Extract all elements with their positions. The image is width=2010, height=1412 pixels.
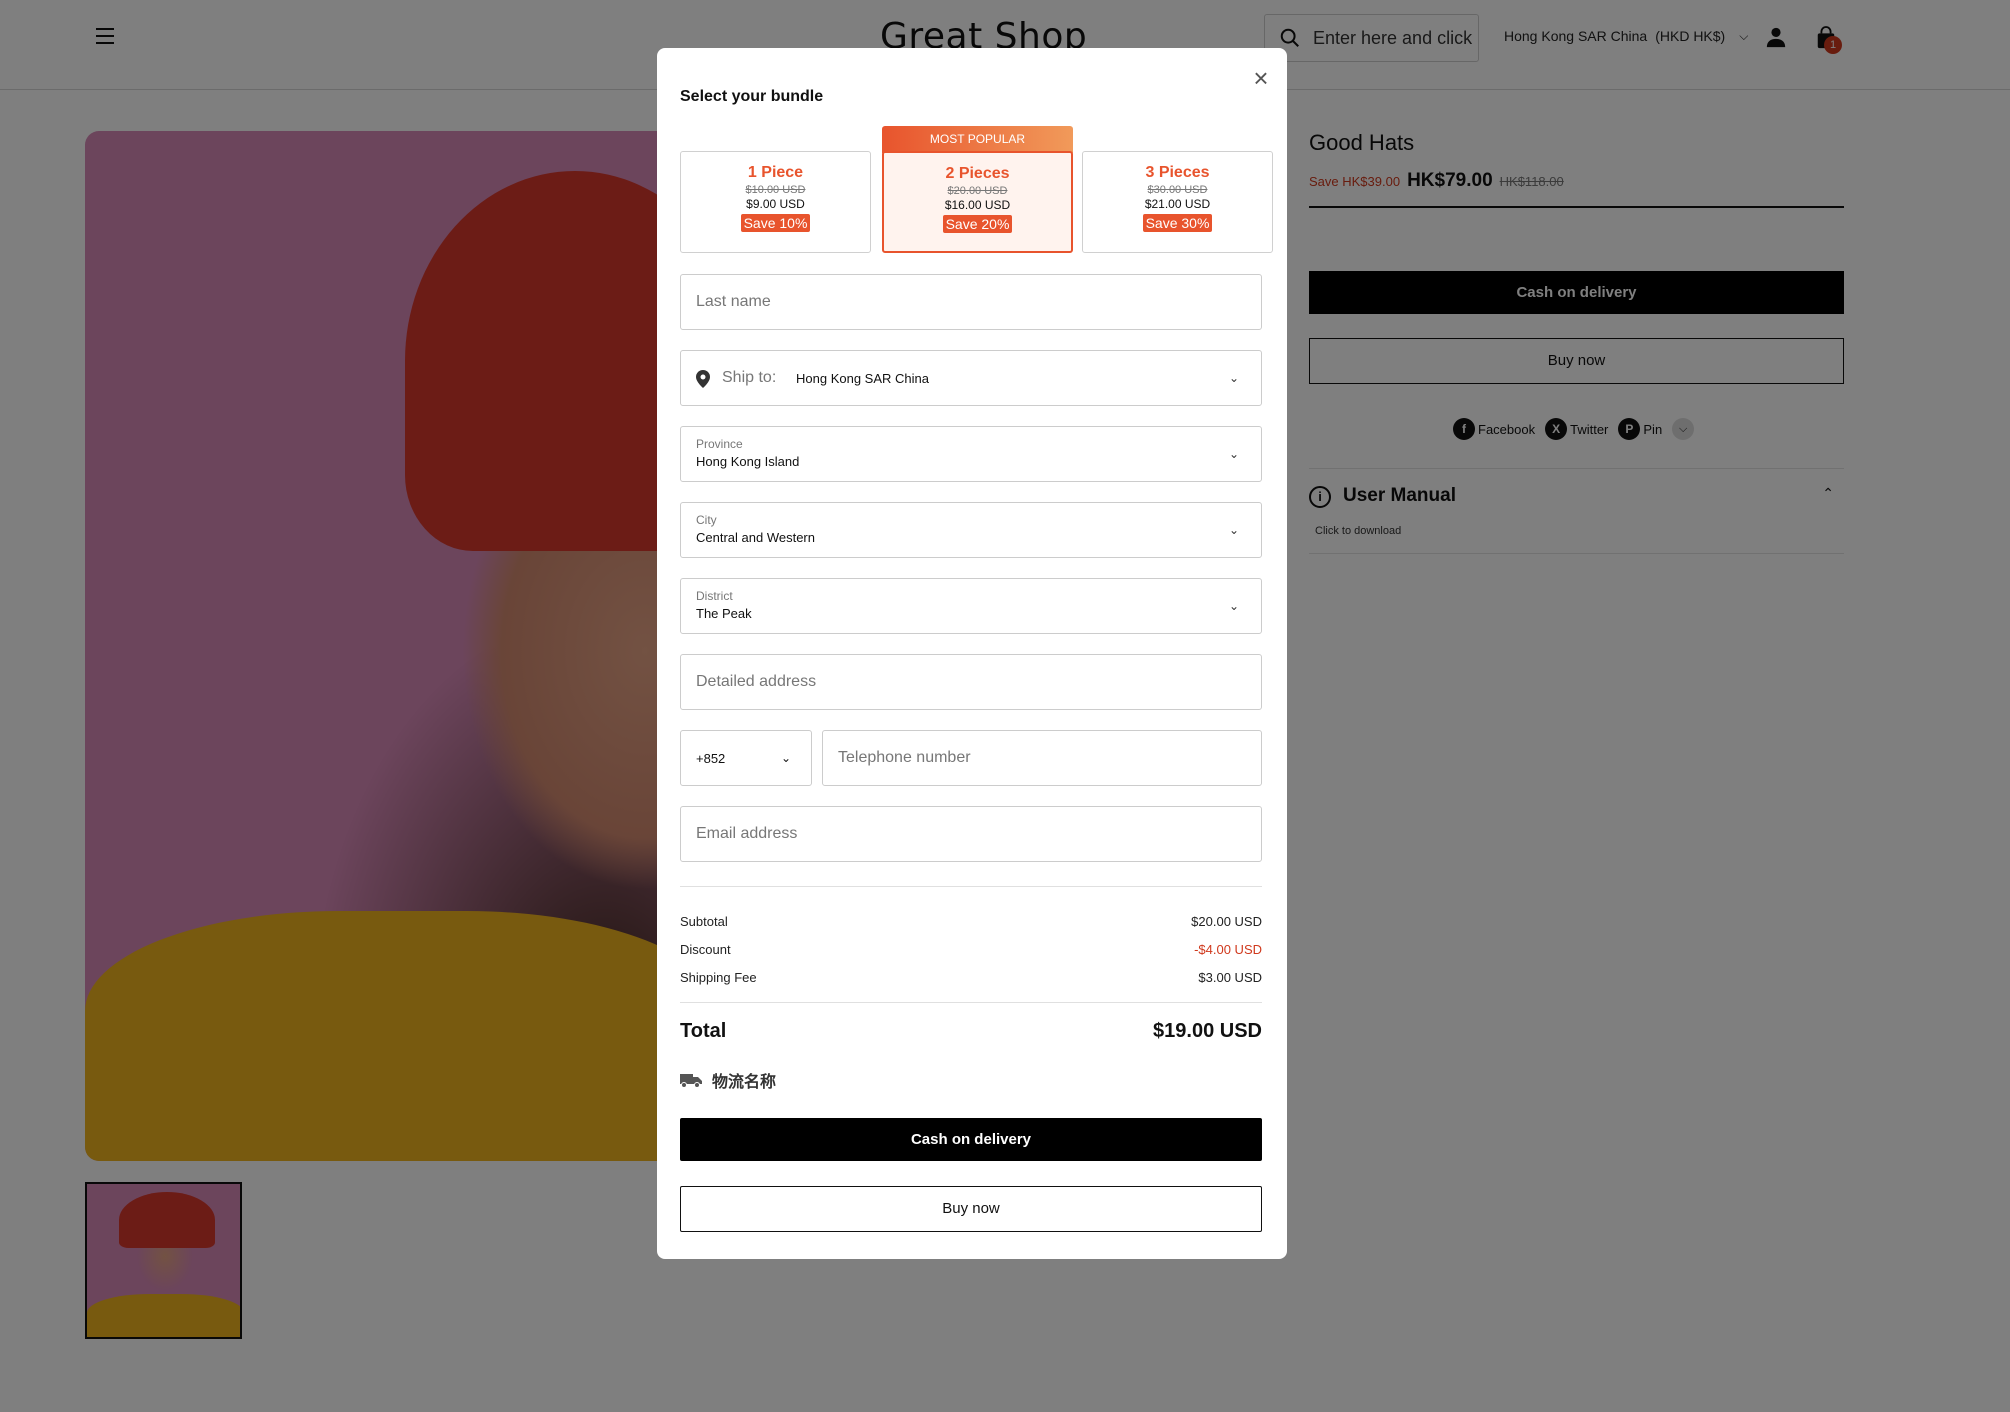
total-divider [680, 1002, 1262, 1003]
modal-title: Select your bundle [680, 88, 824, 105]
city-select[interactable]: City Central and Western ⌄ [680, 502, 1262, 558]
bundle-save-badge: Save 10% [740, 214, 811, 232]
subtotal-row: Subtotal $20.00 USD [680, 914, 1262, 929]
location-pin-icon [696, 370, 710, 388]
summary-divider [680, 886, 1262, 887]
phone-code-select[interactable]: +852 ⌄ [680, 730, 812, 786]
bundle-price: $16.00 USD [944, 198, 1011, 212]
telephone-placeholder: Telephone number [838, 749, 971, 766]
district-select[interactable]: District The Peak ⌄ [680, 578, 1262, 634]
total-row: Total $19.00 USD [680, 1020, 1262, 1043]
province-value: Hong Kong Island [696, 454, 800, 469]
bundle-modal: × Select your bundle MOST POPULAR 1 Piec… [657, 48, 1287, 1259]
truck-icon [680, 1074, 702, 1088]
shipping-label: Shipping Fee [680, 970, 757, 985]
bundle-option-3[interactable]: 3 Pieces $30.00 USD $21.00 USD Save 30% [1082, 151, 1273, 253]
bundle-name: 1 Piece [747, 164, 804, 181]
bundle-save-badge: Save 30% [1142, 214, 1213, 232]
province-select[interactable]: Province Hong Kong Island ⌄ [680, 426, 1262, 482]
discount-value: -$4.00 USD [1194, 942, 1262, 957]
city-label: City [696, 513, 717, 527]
last-name-placeholder: Last name [696, 293, 771, 310]
bundle-old-price: $10.00 USD [745, 184, 806, 196]
bundle-option-2[interactable]: 2 Pieces $20.00 USD $16.00 USD Save 20% [882, 151, 1073, 253]
bundle-save-badge: Save 20% [942, 215, 1013, 233]
discount-label: Discount [680, 942, 731, 957]
ship-to-label: Ship to: [722, 369, 777, 386]
bundle-old-price: $30.00 USD [1147, 184, 1208, 196]
address-placeholder: Detailed address [696, 673, 817, 690]
shipping-row: Shipping Fee $3.00 USD [680, 970, 1262, 985]
bundle-name: 3 Pieces [1145, 164, 1210, 181]
chevron-down-icon: ⌄ [1228, 599, 1239, 613]
ship-to-value: Hong Kong SAR China [796, 371, 929, 386]
total-label: Total [680, 1020, 727, 1042]
cash-on-delivery-button[interactable]: Cash on delivery [680, 1118, 1262, 1161]
discount-row: Discount -$4.00 USD [680, 942, 1262, 957]
email-placeholder: Email address [696, 825, 798, 842]
subtotal-label: Subtotal [680, 914, 728, 929]
last-name-field[interactable]: Last name [680, 274, 1262, 330]
shipping-value: $3.00 USD [1198, 970, 1262, 985]
subtotal-value: $20.00 USD [1191, 914, 1262, 929]
email-field[interactable]: Email address [680, 806, 1262, 862]
bundle-price: $21.00 USD [1144, 197, 1211, 211]
bundle-option-1[interactable]: 1 Piece $10.00 USD $9.00 USD Save 10% [680, 151, 871, 253]
chevron-down-icon: ⌄ [1228, 523, 1239, 537]
total-value: $19.00 USD [1153, 1020, 1262, 1042]
most-popular-badge: MOST POPULAR [882, 126, 1073, 153]
chevron-down-icon: ⌄ [780, 751, 791, 765]
district-value: The Peak [696, 606, 752, 621]
logistics-name: 物流名称 [712, 1074, 777, 1091]
bundle-price: $9.00 USD [746, 197, 805, 211]
bundle-old-price: $20.00 USD [947, 185, 1008, 197]
chevron-down-icon: ⌄ [1228, 447, 1239, 461]
ship-to-select[interactable]: Ship to: Hong Kong SAR China ⌄ [680, 350, 1262, 406]
phone-code-value: +852 [696, 751, 726, 766]
bundle-name: 2 Pieces [945, 165, 1010, 182]
close-icon[interactable]: × [1247, 64, 1275, 92]
city-value: Central and Western [696, 530, 815, 545]
district-label: District [696, 589, 733, 603]
telephone-field[interactable]: Telephone number [822, 730, 1262, 786]
logistics-row: 物流名称 [680, 1068, 776, 1092]
province-label: Province [696, 437, 743, 451]
chevron-down-icon: ⌄ [1228, 371, 1239, 385]
detailed-address-field[interactable]: Detailed address [680, 654, 1262, 710]
buy-now-button[interactable]: Buy now [680, 1186, 1262, 1232]
